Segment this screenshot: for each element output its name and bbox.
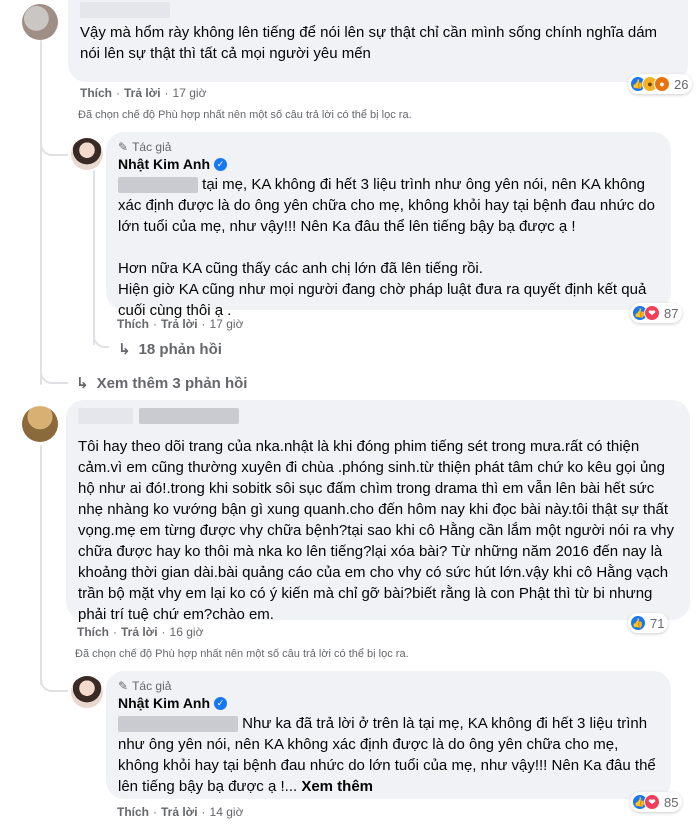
like-button[interactable]: Thích xyxy=(80,86,112,100)
author-name[interactable]: Nhật Kim Anh xyxy=(118,695,210,711)
timestamp[interactable]: 14 giờ xyxy=(210,805,244,819)
filter-note: Đã chọn chế độ Phù hợp nhất nên một số c… xyxy=(75,648,409,660)
author-badge: ✎ Tác giả xyxy=(118,140,659,154)
heart-icon: ❤ xyxy=(644,305,660,321)
mention-redacted[interactable] xyxy=(118,716,238,733)
verified-badge-icon: ✓ xyxy=(214,696,228,710)
reply-text-content: tại mẹ, KA không đi hết 3 liệu trình như… xyxy=(118,176,655,319)
reply-text: tại mẹ, KA không đi hết 3 liệu trình như… xyxy=(118,174,659,321)
timestamp[interactable]: 17 giờ xyxy=(173,86,207,100)
reaction-summary[interactable]: 👍 71 xyxy=(628,613,669,633)
see-more-replies-link[interactable]: ↳ Xem thêm 3 phản hồi xyxy=(76,374,248,393)
author-avatar[interactable] xyxy=(71,676,103,708)
view-replies-link[interactable]: ↳ 18 phản hồi xyxy=(118,340,222,359)
reaction-summary[interactable]: 👍 ❤ 85 xyxy=(630,792,683,812)
comment-actions: Thích · Trả lời · 17 giờ xyxy=(80,86,207,100)
author-avatar[interactable] xyxy=(71,138,103,170)
reaction-summary[interactable]: 👍 ❤ 87 xyxy=(630,303,683,323)
reaction-count: 85 xyxy=(664,794,679,810)
angry-icon: ● xyxy=(654,76,670,92)
thread-connector xyxy=(40,120,68,156)
reply-bubble: ✎ Tác giả Nhật Kim Anh ✓ tại mẹ, KA khôn… xyxy=(106,132,671,319)
author-name-row[interactable]: Nhật Kim Anh ✓ xyxy=(118,695,659,711)
reply-button[interactable]: Trả lời xyxy=(124,86,161,100)
comment-bubble: Tôi hay theo dõi trang của nka.nhật là k… xyxy=(66,400,690,623)
comment-text: Tôi hay theo dõi trang của nka.nhật là k… xyxy=(78,438,679,623)
comment-actions: Thích · Trả lời · 16 giờ xyxy=(77,625,204,639)
comment-bubble: Vậy mà hổm rày không lên tiếng để nói lê… xyxy=(68,0,688,82)
reply-text: Như ka đã trả lời ở trên là tại mẹ, KA k… xyxy=(118,713,659,797)
thread-line xyxy=(40,40,42,385)
replies-count-label[interactable]: 18 phản hồi xyxy=(139,341,222,358)
reply-actions: Thích · Trả lời · 17 giờ xyxy=(117,317,244,331)
like-button[interactable]: Thích xyxy=(117,317,149,331)
thread-connector xyxy=(40,360,68,384)
timestamp[interactable]: 17 giờ xyxy=(210,317,244,331)
comment-text: Vậy mà hổm rày không lên tiếng để nói lê… xyxy=(80,24,662,62)
reaction-count: 87 xyxy=(664,305,679,321)
thread-connector xyxy=(93,330,109,348)
heart-icon: ❤ xyxy=(644,794,660,810)
avatar[interactable] xyxy=(22,4,58,40)
avatar[interactable] xyxy=(22,406,58,442)
reply-arrow-icon: ↳ xyxy=(76,375,89,392)
reaction-summary[interactable]: 👍 ● ● 26 xyxy=(628,74,693,94)
mention-redacted[interactable] xyxy=(118,177,198,194)
author-badge: ✎ Tác giả xyxy=(118,679,659,693)
reply-button[interactable]: Trả lời xyxy=(161,805,198,819)
thread-line xyxy=(93,170,95,345)
like-icon: 👍 xyxy=(630,615,646,631)
pen-icon: ✎ xyxy=(118,140,129,154)
author-name-row[interactable]: Nhật Kim Anh ✓ xyxy=(118,156,659,172)
author-name[interactable]: Nhật Kim Anh xyxy=(118,156,210,172)
thread-connector xyxy=(40,662,68,692)
like-button[interactable]: Thích xyxy=(117,805,149,819)
commenter-name[interactable] xyxy=(78,408,678,432)
thread-line xyxy=(40,445,42,685)
reply-arrow-icon: ↳ xyxy=(118,341,131,358)
author-tag-label: Tác giả xyxy=(132,140,172,154)
reply-button[interactable]: Trả lời xyxy=(121,625,158,639)
author-tag-label: Tác giả xyxy=(132,679,172,693)
reaction-count: 26 xyxy=(674,76,689,92)
reply-button[interactable]: Trả lời xyxy=(161,317,198,331)
see-more-link[interactable]: Xem thêm xyxy=(301,778,373,795)
see-more-replies-label[interactable]: Xem thêm 3 phản hồi xyxy=(97,375,248,392)
verified-badge-icon: ✓ xyxy=(214,157,228,171)
commenter-name[interactable] xyxy=(80,0,676,22)
reply-bubble: ✎ Tác giả Nhật Kim Anh ✓ Như ka đã trả l… xyxy=(106,671,671,799)
timestamp[interactable]: 16 giờ xyxy=(170,625,204,639)
like-button[interactable]: Thích xyxy=(77,625,109,639)
reaction-count: 71 xyxy=(650,615,665,631)
filter-note: Đã chọn chế độ Phù hợp nhất nên một số c… xyxy=(78,109,412,121)
reply-actions: Thích · Trả lời · 14 giờ xyxy=(117,805,244,819)
pen-icon: ✎ xyxy=(118,679,129,693)
